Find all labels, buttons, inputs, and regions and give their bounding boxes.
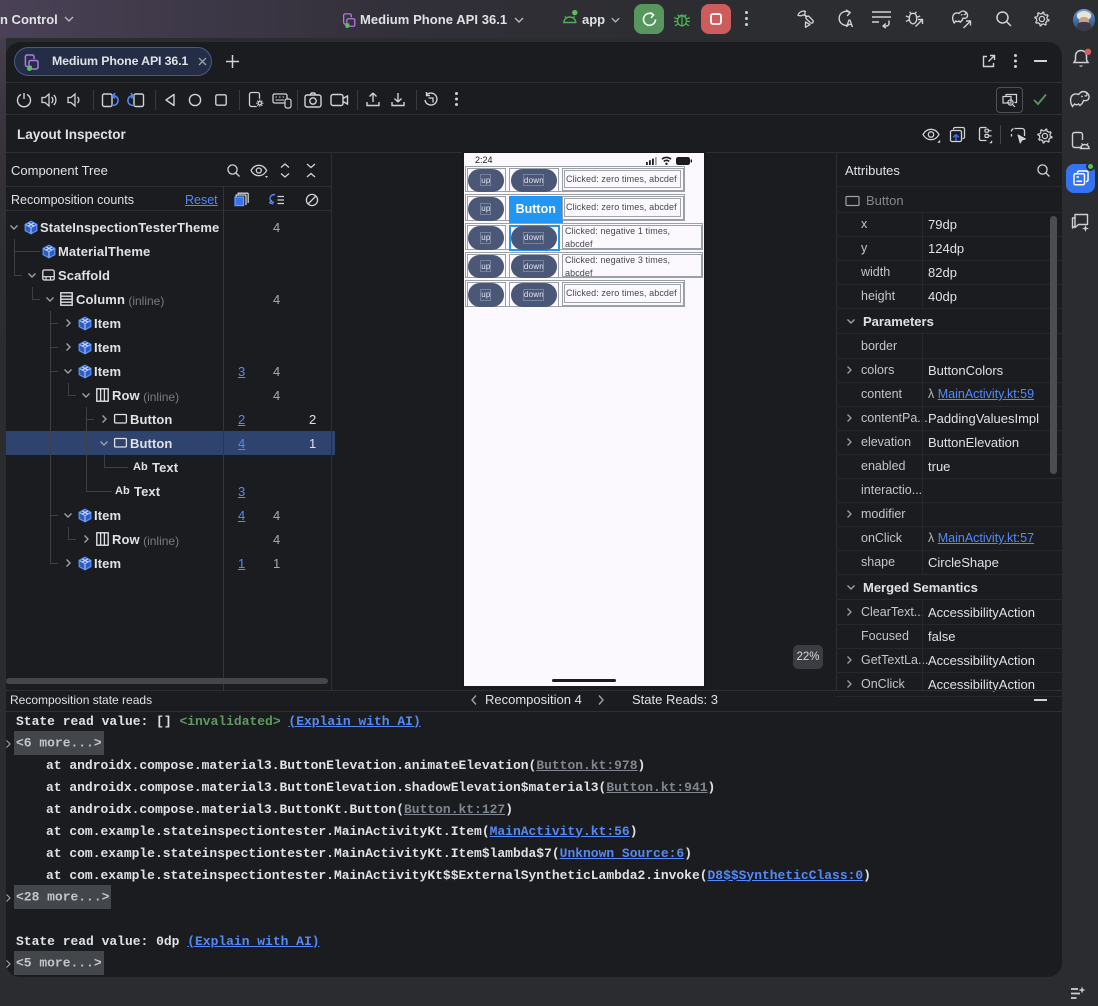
svg-text:A: A (846, 18, 854, 30)
